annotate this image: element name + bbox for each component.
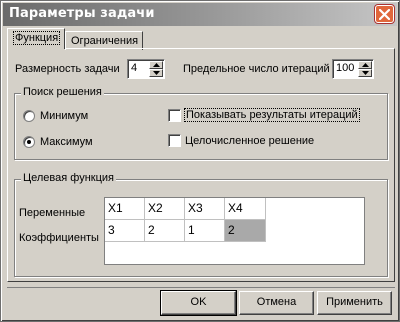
objective-grid[interactable]: X1 X2 X3 X4 3 2 1 2 <box>104 197 365 265</box>
objective-function-title: Целевая функция <box>21 172 116 184</box>
variables-label: Переменные <box>19 207 86 219</box>
integer-solution-label[interactable]: Целочисленное решение <box>185 135 314 147</box>
variable-cell[interactable]: X2 <box>145 198 185 220</box>
show-iterations-checkbox[interactable] <box>168 109 181 122</box>
coefficient-cell[interactable]: 1 <box>185 220 225 242</box>
maximum-radio-dot <box>27 140 31 144</box>
integer-solution-checkbox[interactable] <box>168 134 181 147</box>
tab-constraints-label: Ограничения <box>71 35 139 47</box>
maximum-label[interactable]: Максимум <box>40 136 93 148</box>
iterations-spinner[interactable]: 100 <box>332 59 374 79</box>
coefficient-cell[interactable]: 3 <box>105 220 145 242</box>
task-parameters-dialog: Параметры задачи Функция Ограничения Раз… <box>0 0 400 322</box>
close-icon <box>379 9 390 20</box>
iterations-decrement-button[interactable] <box>358 69 372 77</box>
cancel-button[interactable]: Отмена <box>239 291 314 315</box>
coefficients-label: Коэффициенты <box>19 232 99 244</box>
maximum-radio[interactable] <box>23 136 35 148</box>
variable-cell[interactable]: X1 <box>105 198 145 220</box>
coefficient-cell-selected[interactable]: 2 <box>225 220 266 242</box>
arrow-up-icon <box>362 63 369 67</box>
iterations-spin-buttons <box>358 61 372 77</box>
ok-button[interactable]: OK <box>160 290 237 316</box>
window-title: Параметры задачи <box>9 6 155 21</box>
arrow-up-icon <box>153 63 160 67</box>
coefficient-cell[interactable]: 2 <box>145 220 185 242</box>
show-iterations-label[interactable]: Показывать результаты итераций <box>184 108 360 122</box>
dimension-label: Размерность задачи <box>15 63 120 75</box>
dimension-spinner[interactable]: 4 <box>127 59 165 79</box>
iterations-value[interactable]: 100 <box>336 62 354 74</box>
tab-function[interactable]: Функция <box>7 28 65 49</box>
dimension-spin-buttons <box>149 61 163 77</box>
search-solution-group: Поиск решения <box>14 86 388 160</box>
minimum-radio[interactable] <box>23 110 35 122</box>
minimum-label[interactable]: Минимум <box>40 110 88 122</box>
title-bar[interactable]: Параметры задачи <box>3 3 397 26</box>
tab-function-label: Функция <box>13 31 61 45</box>
iterations-increment-button[interactable] <box>358 61 372 69</box>
button-separator <box>7 287 395 288</box>
dimension-value[interactable]: 4 <box>131 62 137 74</box>
arrow-down-icon <box>362 71 369 75</box>
iterations-label: Предельное число итераций <box>183 63 330 75</box>
dimension-increment-button[interactable] <box>149 61 163 69</box>
variable-cell[interactable]: X3 <box>185 198 225 220</box>
search-solution-title: Поиск решения <box>21 86 104 98</box>
arrow-down-icon <box>153 71 160 75</box>
variable-cell[interactable]: X4 <box>225 198 266 220</box>
apply-button[interactable]: Применить <box>317 291 392 315</box>
dimension-decrement-button[interactable] <box>149 69 163 77</box>
close-button[interactable] <box>375 5 394 23</box>
